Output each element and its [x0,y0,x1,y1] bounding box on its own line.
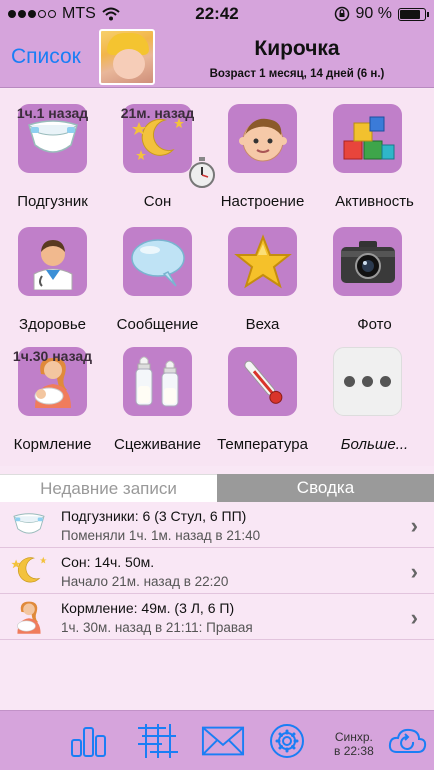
tile-temperature[interactable]: Температура [210,332,315,453]
activity-grid: 1ч.1 назад Подгузник 21м. назад Сон Наст… [0,89,434,466]
record-detail: 1ч. 30м. назад в 21:11: Правая [61,620,253,635]
more-dots-icon [333,347,402,416]
doctor-icon [18,227,87,296]
sync-time: в 22:38 [334,744,374,758]
email-button[interactable] [201,721,245,761]
timeline-icon [138,724,178,758]
battery-percent: 90 % [355,5,392,22]
child-age: Возраст 1 месяц, 14 дней (6 н.) [209,68,385,80]
baby-bottles-icon [123,347,192,416]
nav-bar: Список Кирочка Возраст 1 месяц, 14 дней … [0,28,434,88]
sync-status: Синхр. в 22:38 [334,730,374,758]
tile-health[interactable]: Здоровье [0,212,105,333]
tile-milestone[interactable]: Веха [210,212,315,333]
diaper-timer: 1ч.1 назад [16,105,89,121]
record-title: Сон: 14ч. 50м. [61,554,155,570]
back-button[interactable]: Список [11,45,81,69]
tile-sleep[interactable]: 21м. назад Сон [105,89,215,210]
tile-feeding[interactable]: 1ч.30 назад Кормление [0,332,105,453]
star-icon [228,227,297,296]
records-segmented-control: Недавние записи Сводка [0,474,434,502]
chevron-right-icon: › [410,559,418,584]
timeline-button[interactable] [136,721,180,761]
tile-label: Температура [217,436,308,453]
tab-summary[interactable]: Сводка [217,474,434,502]
tile-label: Веха [245,316,280,333]
tile-label: Больше... [340,436,409,453]
tile-label: Кормление [13,436,92,453]
tile-label: Фото [357,316,392,333]
record-detail: Начало 21м. назад в 22:20 [61,574,229,589]
speech-bubble-icon [123,227,192,296]
list-item[interactable]: Кормление: 49м. (3 Л, 6 П) 1ч. 30м. наза… [0,594,434,640]
tile-label: Сцеживание [114,436,201,453]
child-avatar[interactable] [99,29,155,85]
record-detail: Поменяли 1ч. 1м. назад в 21:40 [61,528,261,543]
tile-label: Подгузник [17,193,88,210]
sleep-timer: 21м. назад [120,105,195,121]
list-item[interactable]: Сон: 14ч. 50м. Начало 21м. назад в 22:20… [0,548,434,594]
baby-face-icon [228,104,297,173]
chevron-right-icon: › [410,605,418,630]
gear-icon [270,724,304,758]
child-name: Кирочка [254,37,340,60]
tile-activity[interactable]: Активность [315,89,434,210]
tile-pumping[interactable]: Сцеживание [105,332,210,453]
envelope-icon [201,726,245,756]
diaper-icon [8,508,50,542]
list-item[interactable]: Подгузники: 6 (3 Стул, 6 ПП) Поменяли 1ч… [0,502,434,548]
camera-icon [333,227,402,296]
toy-blocks-icon [333,104,402,173]
bottom-toolbar: Синхр. в 22:38 [0,710,434,770]
mother-feeding-icon [8,600,50,634]
battery-info: 90 % [334,5,429,23]
settings-button[interactable] [265,721,309,761]
thermometer-icon [228,347,297,416]
tile-mood[interactable]: Настроение [210,89,315,210]
tile-photo[interactable]: Фото [315,212,434,333]
tab-recent-records[interactable]: Недавние записи [0,474,217,502]
tile-label: Здоровье [19,316,86,333]
tile-label: Сон [143,193,172,210]
bar-chart-icon [71,727,106,757]
tile-more[interactable]: Больше... [315,332,434,453]
tile-label: Сообщение [116,316,199,333]
tile-diaper[interactable]: 1ч.1 назад Подгузник [0,89,105,210]
status-bar: MTS 22:42 90 % [0,0,434,28]
cloud-sync-icon [388,728,427,753]
record-title: Кормление: 49м. (3 Л, 6 П) [61,600,235,616]
record-title: Подгузники: 6 (3 Стул, 6 ПП) [61,508,247,524]
feeding-timer: 1ч.30 назад [12,348,93,364]
sync-label: Синхр. [334,730,373,744]
tile-label: Активность [335,193,414,210]
rotation-lock-icon [334,6,349,22]
moon-sleep-icon [8,554,50,588]
tile-message[interactable]: Сообщение [105,212,210,333]
chevron-right-icon: › [410,513,418,538]
battery-icon [398,7,429,21]
tile-label: Настроение [220,193,305,210]
charts-button[interactable] [67,721,111,761]
recent-records-list: Подгузники: 6 (3 Стул, 6 ПП) Поменяли 1ч… [0,502,434,710]
sync-button[interactable] [385,721,429,761]
